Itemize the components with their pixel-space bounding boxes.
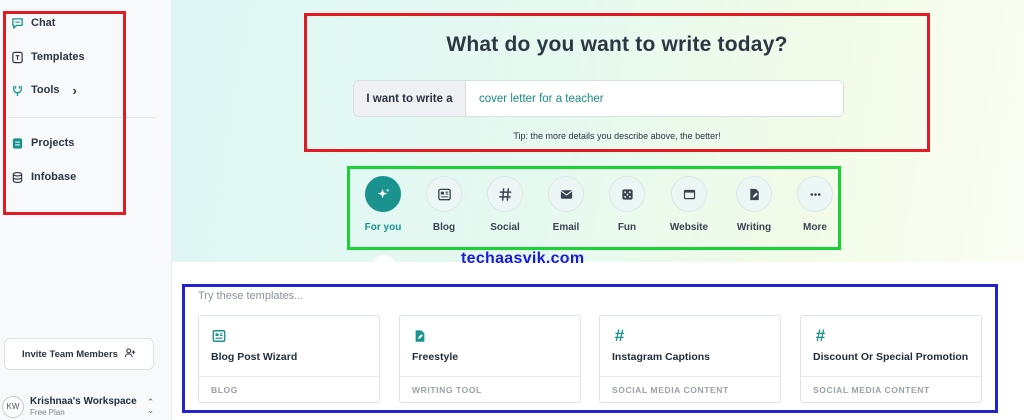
category-label: For you (364, 222, 402, 233)
envelope-icon (548, 176, 584, 212)
template-category: SOCIAL MEDIA CONTENT (813, 385, 930, 395)
newspaper-icon (426, 176, 462, 212)
template-card-blog-post-wizard[interactable]: Blog Post Wizard BLOG (198, 315, 380, 403)
template-category: SOCIAL MEDIA CONTENT (612, 385, 729, 395)
card-divider (199, 376, 379, 377)
category-more[interactable]: More (786, 176, 844, 233)
category-writing[interactable]: Writing (725, 176, 783, 233)
hashtag-icon: # (815, 326, 826, 345)
templates-heading: Try these templates... (198, 290, 304, 302)
template-card-freestyle[interactable]: Freestyle WRITING TOOL (399, 315, 581, 403)
newspaper-icon (211, 328, 226, 343)
template-category: WRITING TOOL (412, 385, 482, 395)
browser-icon (671, 176, 707, 212)
workspace-switcher[interactable]: KW Krishnaa's Workspace Free Plan ⌃ ⌄ (2, 393, 162, 420)
sparkle-icon (365, 176, 401, 212)
template-title: Discount Or Special Promotion (813, 351, 969, 363)
category-label: Email (552, 222, 580, 233)
category-email[interactable]: Email (537, 176, 595, 233)
template-category: BLOG (211, 385, 238, 395)
chevron-updown-icon: ⌃ ⌄ (146, 397, 155, 415)
hashtag-icon: # (614, 326, 625, 345)
pen-document-icon (736, 176, 772, 212)
category-blog[interactable]: Blog (415, 176, 473, 233)
category-website[interactable]: Website (660, 176, 718, 233)
card-divider (801, 376, 981, 377)
category-label: Social (490, 222, 520, 233)
category-social[interactable]: Social (476, 176, 534, 233)
category-label: Writing (736, 222, 772, 233)
category-label: More (803, 222, 827, 233)
category-label: Website (669, 222, 709, 233)
page-title: What do you want to write today? (446, 33, 788, 56)
template-title: Blog Post Wizard (211, 351, 298, 363)
template-card-discount-promotion[interactable]: # Discount Or Special Promotion SOCIAL M… (800, 315, 982, 403)
ellipsis-icon (797, 176, 833, 212)
prompt-bar: I want to write a (353, 80, 844, 117)
category-fun[interactable]: Fun (598, 176, 656, 233)
invite-label: Invite Team Members (22, 348, 118, 360)
add-user-icon (124, 347, 136, 362)
pen-document-icon (412, 328, 427, 343)
category-label: Blog (432, 222, 456, 233)
watermark: techaasvik.com (461, 250, 585, 267)
template-card-instagram-captions[interactable]: # Instagram Captions SOCIAL MEDIA CONTEN… (599, 315, 781, 403)
invite-team-members-button[interactable]: Invite Team Members (4, 338, 154, 370)
dice-icon (609, 176, 645, 212)
category-for-you[interactable]: For you (354, 176, 412, 233)
prompt-label: I want to write a (354, 81, 466, 116)
card-divider (400, 376, 580, 377)
hashtag-icon (487, 176, 523, 212)
template-title: Freestyle (412, 351, 459, 363)
annotation-box-sidebar (3, 11, 126, 215)
workspace-plan: Free Plan (30, 407, 65, 417)
template-title: Instagram Captions (612, 351, 711, 363)
card-divider (600, 376, 780, 377)
tip-text: Tip: the more details you describe above… (513, 131, 721, 141)
category-label: Fun (617, 222, 637, 233)
prompt-input[interactable] (466, 81, 843, 116)
workspace-name: Krishnaa's Workspace (30, 396, 137, 408)
avatar: KW (2, 395, 24, 418)
